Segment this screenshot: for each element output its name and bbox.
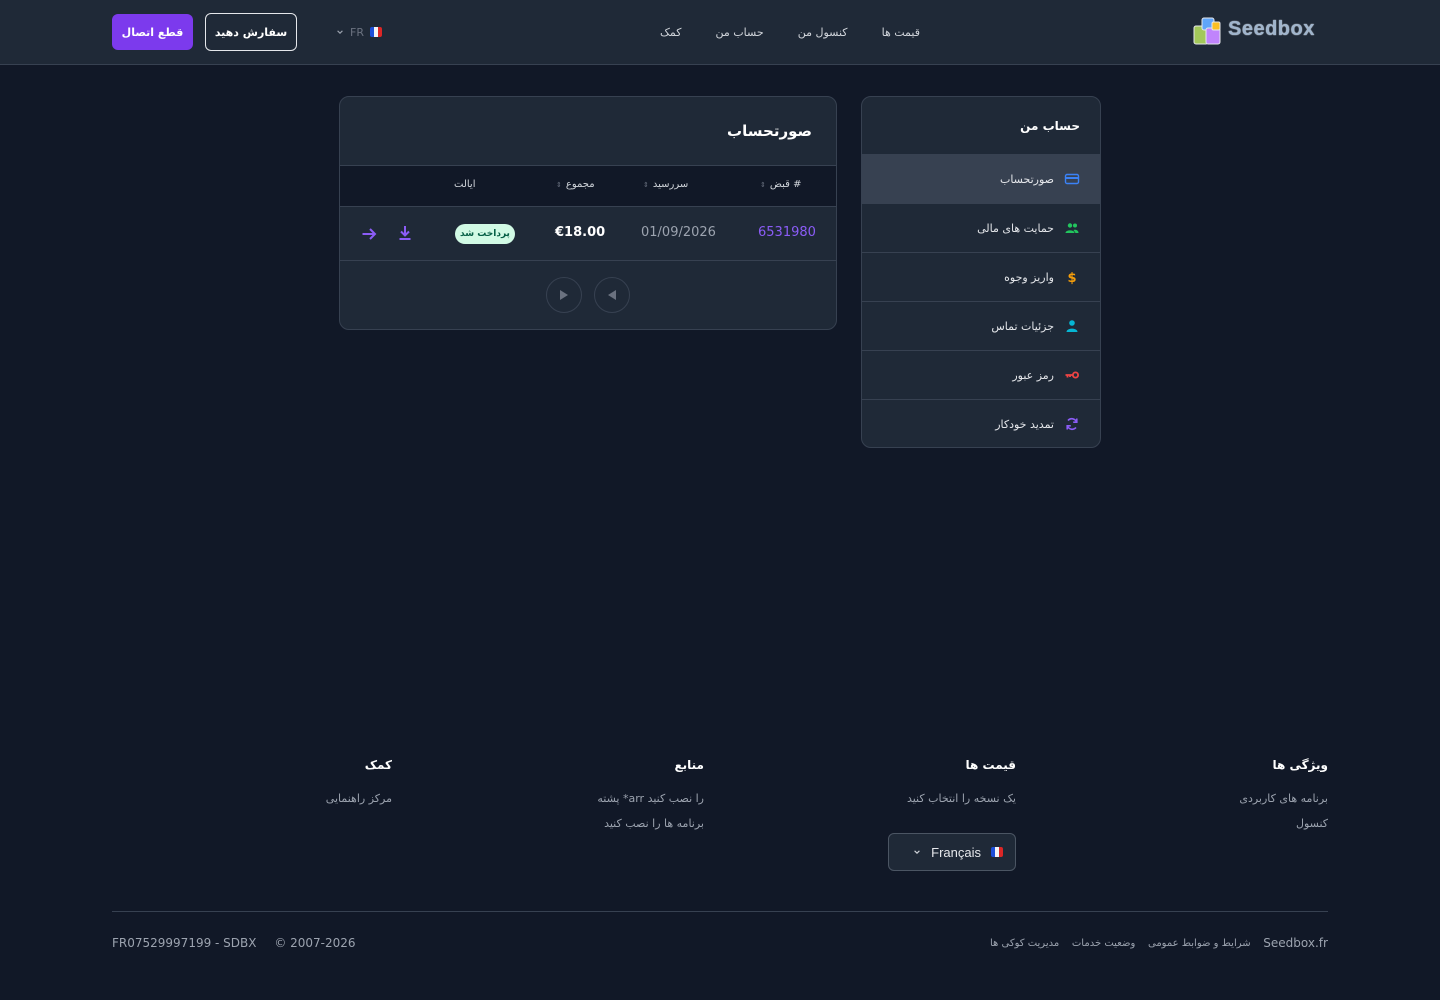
sidebar-item-contact[interactable]: جزئیات تماس [862,301,1100,350]
column-header-label: ایالت [454,179,476,190]
footer-bottom-links: Seedbox.fr شرایط و ضوابط عمومی وضعیت خدم… [990,936,1328,950]
footer-link-cookies[interactable]: مدیریت کوکی ها [990,938,1059,949]
column-header-total[interactable]: مجموع ⇕ [556,179,595,190]
footer-link-install-apps[interactable]: برنامه ها را نصب کنید [597,817,704,830]
company-id: FR07529997199 - SDBX [112,936,257,950]
language-selector[interactable]: FR [318,22,382,42]
footer-copyright: FR07529997199 - SDBX © 2007-2026 [112,936,370,950]
invoice-due-date: 01/09/2026 [641,225,716,240]
footer-link-choose-plan[interactable]: یک نسخه را انتخاب کنید [907,792,1016,805]
footer-column-features: ویژگی ها برنامه های کاربردی کنسول [1239,758,1328,842]
language-code: FR [350,25,364,39]
refresh-icon [1066,418,1078,430]
footer-language-select[interactable]: Français [888,833,1016,871]
logo-wordmark: Seedbox [1228,18,1315,40]
footer-link-terms[interactable]: شرایط و ضوابط عمومی [1148,938,1251,949]
footer-brand-link[interactable]: Seedbox.fr [1263,936,1328,950]
column-header-status: ایالت [454,179,475,190]
column-header-label: قبض # [769,179,802,190]
column-header-label: سررسید [652,179,689,190]
top-navbar: Seedbox قیمت ها کنسول من حساب من کمک FR … [0,0,1440,65]
column-header-label: مجموع [565,179,595,190]
chevron-down-icon [337,30,343,34]
sort-icon: ⇕ [643,180,649,189]
pagination [340,277,836,313]
sidebar-item-label: صورتحساب [999,172,1054,186]
status-badge: پرداخت شد [455,224,515,244]
account-sidebar: حساب من صورتحساب حمایت های مالی $ واریز … [861,96,1101,448]
users-icon [1065,223,1079,233]
column-header-number[interactable]: قبض # ⇕ [760,179,802,190]
seedbox-logo-icon [1193,17,1221,45]
invoice-number-link[interactable]: 6531980 [758,225,816,240]
seedbox-logo[interactable]: Seedbox [1192,14,1324,48]
footer-language-label: Français [931,844,981,860]
invoices-title: صورتحساب [340,97,836,166]
svg-text:$: $ [1067,271,1076,285]
footer-column-title: کمک [364,758,392,772]
column-header-due[interactable]: سررسید ⇕ [643,179,688,190]
table-row: 6531980 01/09/2026 €18.00 پرداخت شد [340,207,836,261]
invoice-total: €18.00 [555,225,606,240]
france-flag-icon [370,27,382,37]
sidebar-item-label: رمز عبور [1012,368,1054,382]
footer-column-resources: منابع پشته *arr را نصب کنید برنامه ها را… [597,758,704,842]
arrow-right-icon[interactable] [360,225,378,243]
footer-link-apps[interactable]: برنامه های کاربردی [1239,792,1328,805]
footer-column-title: منابع [674,758,704,772]
sidebar-item-auto-renew[interactable]: تمدید خودکار [862,399,1100,447]
sidebar-item-label: واریز وجوه [1004,270,1054,284]
order-button[interactable]: سفارش دهید [205,13,297,51]
france-flag-icon [991,847,1003,857]
sort-icon: ⇕ [760,180,766,189]
footer-column-title: ویژگی ها [1272,758,1328,772]
key-icon [1065,371,1079,379]
sidebar-item-label: جزئیات تماس [991,319,1054,333]
nav-my-account[interactable]: حساب من [716,26,764,39]
footer-column-pricing: قیمت ها یک نسخه را انتخاب کنید [907,758,1016,817]
footer-link-arr-stack[interactable]: پشته *arr را نصب کنید [597,792,704,805]
footer-link-status[interactable]: وضعیت خدمات [1072,938,1135,949]
main-nav: قیمت ها کنسول من حساب من کمک [660,22,920,42]
copyright-years: © 2007-2026 [274,936,356,950]
nav-my-console[interactable]: کنسول من [798,26,848,39]
footer-divider [112,911,1328,912]
chevron-down-icon [914,850,920,854]
footer-link-help-center[interactable]: مرکز راهنمایی [326,792,392,805]
credit-card-icon [1064,173,1080,185]
previous-page-button[interactable] [594,277,630,313]
triangle-left-icon [608,290,616,300]
footer-column-title: قیمت ها [965,758,1016,772]
logout-button[interactable]: قطع اتصال [112,14,193,50]
sidebar-item-deposit[interactable]: $ واریز وجوه [862,252,1100,301]
sidebar-title: حساب من [1020,118,1080,133]
sidebar-item-password[interactable]: رمز عبور [862,350,1100,399]
sidebar-item-label: حمایت های مالی [977,221,1054,235]
sidebar-item-invoices[interactable]: صورتحساب [862,154,1100,203]
footer-link-console[interactable]: کنسول [1239,817,1328,830]
sidebar-item-label: تمدید خودکار [995,417,1054,431]
download-icon[interactable] [396,224,414,242]
dollar-icon: $ [1067,271,1076,285]
table-header: قبض # ⇕ سررسید ⇕ مجموع ⇕ ایالت [340,166,836,207]
triangle-right-icon [560,290,568,300]
next-page-button[interactable] [546,277,582,313]
nav-help[interactable]: کمک [660,26,681,39]
footer-column-help: کمک مرکز راهنمایی [326,758,392,817]
sort-icon: ⇕ [556,180,562,189]
sidebar-item-sponsorships[interactable]: حمایت های مالی [862,203,1100,252]
nav-pricing[interactable]: قیمت ها [882,26,920,39]
invoices-card: صورتحساب قبض # ⇕ سررسید ⇕ مجموع ⇕ ایالت … [339,96,837,330]
user-icon [1066,320,1078,332]
